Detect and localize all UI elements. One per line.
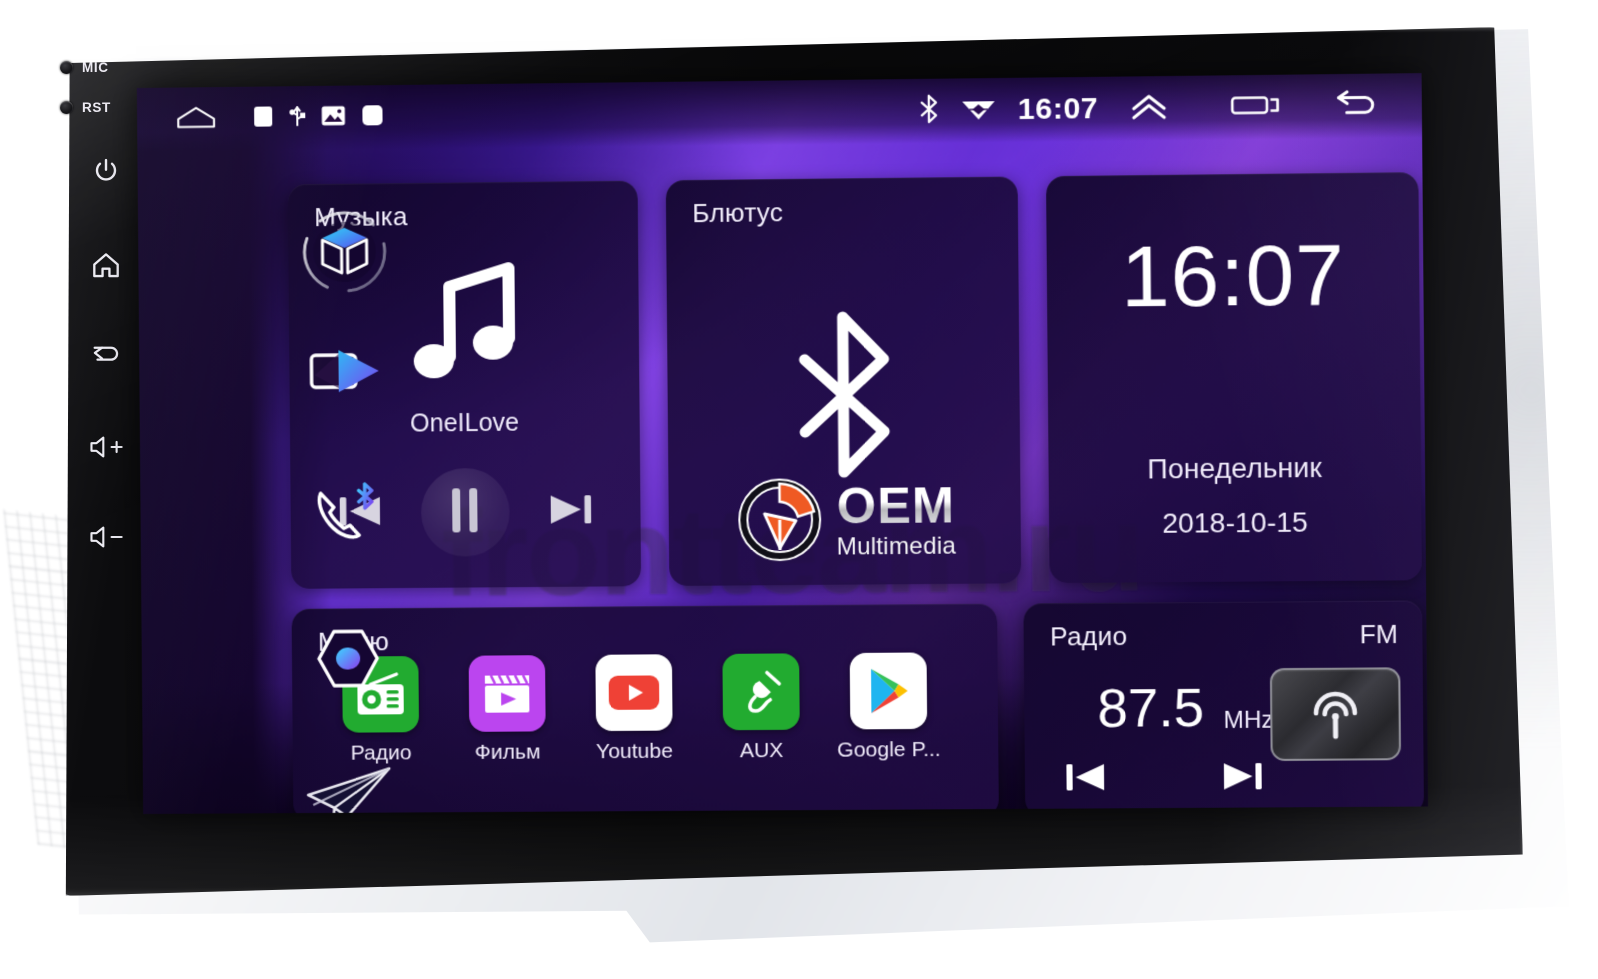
status-bar-right: 16:07	[918, 88, 1381, 129]
radio-scan-button[interactable]	[1269, 667, 1402, 762]
clock-weekday: Понедельник	[1147, 451, 1322, 485]
sd-card-icon	[253, 105, 273, 132]
aux-cable-icon	[722, 653, 800, 731]
rail-item-video[interactable]	[291, 344, 400, 404]
clock-card[interactable]: 16:07 Понедельник 2018-10-15	[1046, 172, 1422, 584]
app-label: Фильм	[474, 740, 541, 764]
radio-controls	[1063, 758, 1265, 803]
oem-brand-logo: OEM Multimedia	[733, 470, 956, 569]
navigation-paperplane-icon	[303, 764, 396, 814]
oem-compass-icon	[733, 471, 827, 569]
recents-icon[interactable]	[1230, 90, 1281, 124]
radio-antenna-icon	[1304, 680, 1368, 748]
music-note-icon	[403, 260, 525, 399]
youtube-icon	[595, 654, 673, 732]
home-card-grid: Музыка OneILove Блютус OEM Multimedia 16…	[287, 150, 1425, 814]
reset-label: RST	[82, 100, 111, 115]
app-shortcut-youtube[interactable]: Youtube	[583, 654, 685, 764]
skip-next-icon[interactable]	[547, 488, 596, 536]
app-shortcut-aux[interactable]: AUX	[710, 653, 812, 763]
rail-item-navigation[interactable]	[295, 764, 404, 814]
volume-up-key[interactable]	[60, 434, 152, 460]
status-bar: 16:07	[136, 73, 1423, 153]
radio-band: FM	[1359, 618, 1399, 650]
lcd-screen: frontteam.ru	[136, 73, 1429, 814]
power-icon	[91, 156, 121, 186]
app-label: AUX	[739, 738, 784, 763]
app-label: Youtube	[595, 739, 674, 764]
radio-frequency-unit: MHz	[1223, 706, 1274, 735]
bluetooth-icon	[918, 93, 939, 128]
app-shortcut-row: Радио Фильм Youtube AUX Google P...	[330, 652, 984, 766]
home-outline-icon[interactable]	[175, 104, 217, 135]
movie-clapper-icon	[468, 655, 546, 732]
rail-item-settings[interactable]	[294, 626, 403, 696]
pause-icon	[452, 487, 479, 537]
home-icon	[90, 250, 122, 280]
usb-icon	[289, 104, 306, 133]
bluetooth-icon	[790, 309, 897, 486]
app-label: Google P...	[837, 737, 941, 762]
clock-time: 16:07	[1120, 226, 1346, 326]
rail-item-bluetooth-phone[interactable]	[292, 481, 401, 552]
mic-indicator: MIC	[60, 60, 152, 75]
volume-down-key[interactable]	[60, 524, 152, 550]
photo-icon	[321, 105, 345, 130]
radio-frequency: 87.5	[1097, 677, 1205, 739]
radio-card[interactable]: Радио FM 87.5 MHz	[1023, 600, 1425, 814]
oem-brand-main: OEM	[836, 476, 956, 534]
reset-led-icon	[60, 101, 73, 114]
bluetooth-card-title: Блютус	[692, 197, 784, 229]
hexagon-settings-icon	[313, 626, 384, 696]
app-shortcut-google-play[interactable]: Google P...	[837, 652, 941, 762]
side-icon-rail	[290, 163, 404, 814]
volume-up-icon	[87, 434, 125, 460]
status-clock: 16:07	[1017, 91, 1099, 127]
chevron-up-double-icon[interactable]	[1128, 91, 1169, 127]
wifi-icon	[961, 94, 996, 128]
google-play-icon	[849, 652, 928, 730]
video-play-icon	[308, 344, 383, 404]
skip-next-icon[interactable]	[1220, 758, 1265, 802]
clock-date: 2018-10-15	[1162, 506, 1309, 539]
rail-item-apps[interactable]	[290, 203, 399, 305]
app-square-icon	[361, 104, 383, 131]
app-shortcut-movie[interactable]: Фильм	[457, 655, 559, 765]
skip-previous-icon[interactable]	[1063, 759, 1108, 803]
back-arrow-icon[interactable]	[1334, 88, 1381, 124]
back-arrow-icon	[89, 340, 123, 368]
status-bar-left	[175, 102, 384, 135]
bluetooth-phone-icon	[308, 481, 385, 552]
oem-brand-sub: Multimedia	[836, 531, 957, 561]
mic-label: MIC	[82, 60, 109, 75]
play-pause-button[interactable]	[420, 467, 510, 557]
radio-card-title: Радио	[1049, 620, 1128, 652]
oem-brand-text: OEM Multimedia	[836, 476, 957, 561]
mic-led-icon	[60, 61, 73, 74]
screenshot-stage: MIC RST 16:07 Музыка OneILove Блютус OEM…	[0, 0, 1598, 979]
apps-cube-icon	[296, 203, 393, 305]
bluetooth-card[interactable]: Блютус OEM Multimedia	[665, 176, 1022, 586]
volume-down-icon	[87, 524, 125, 550]
